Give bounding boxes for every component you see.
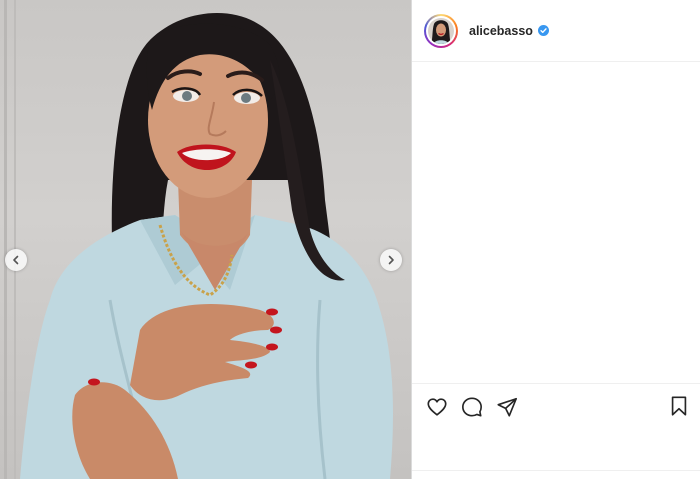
divider — [412, 470, 700, 471]
verified-badge-icon — [537, 25, 549, 36]
action-bar — [412, 383, 700, 429]
avatar[interactable] — [424, 13, 458, 48]
post-header: alicebasso — [412, 0, 700, 62]
post-media[interactable] — [0, 0, 411, 479]
instagram-post-embed: alicebasso — [0, 0, 700, 479]
chevron-right-icon — [388, 255, 394, 265]
post-photo — [20, 13, 393, 479]
avatar-frame — [426, 15, 456, 46]
avatar-image — [428, 17, 454, 44]
heart-icon[interactable] — [426, 396, 448, 418]
next-slide-button[interactable] — [380, 249, 402, 271]
comments-area — [412, 62, 700, 383]
comment-bubble-icon[interactable] — [461, 396, 483, 418]
chevron-left-icon — [13, 255, 19, 265]
post-side-panel: alicebasso — [411, 0, 700, 479]
previous-slide-button[interactable] — [5, 249, 27, 271]
paper-plane-icon[interactable] — [496, 396, 518, 418]
username-link[interactable]: alicebasso — [469, 24, 533, 38]
bookmark-icon[interactable] — [668, 395, 690, 417]
